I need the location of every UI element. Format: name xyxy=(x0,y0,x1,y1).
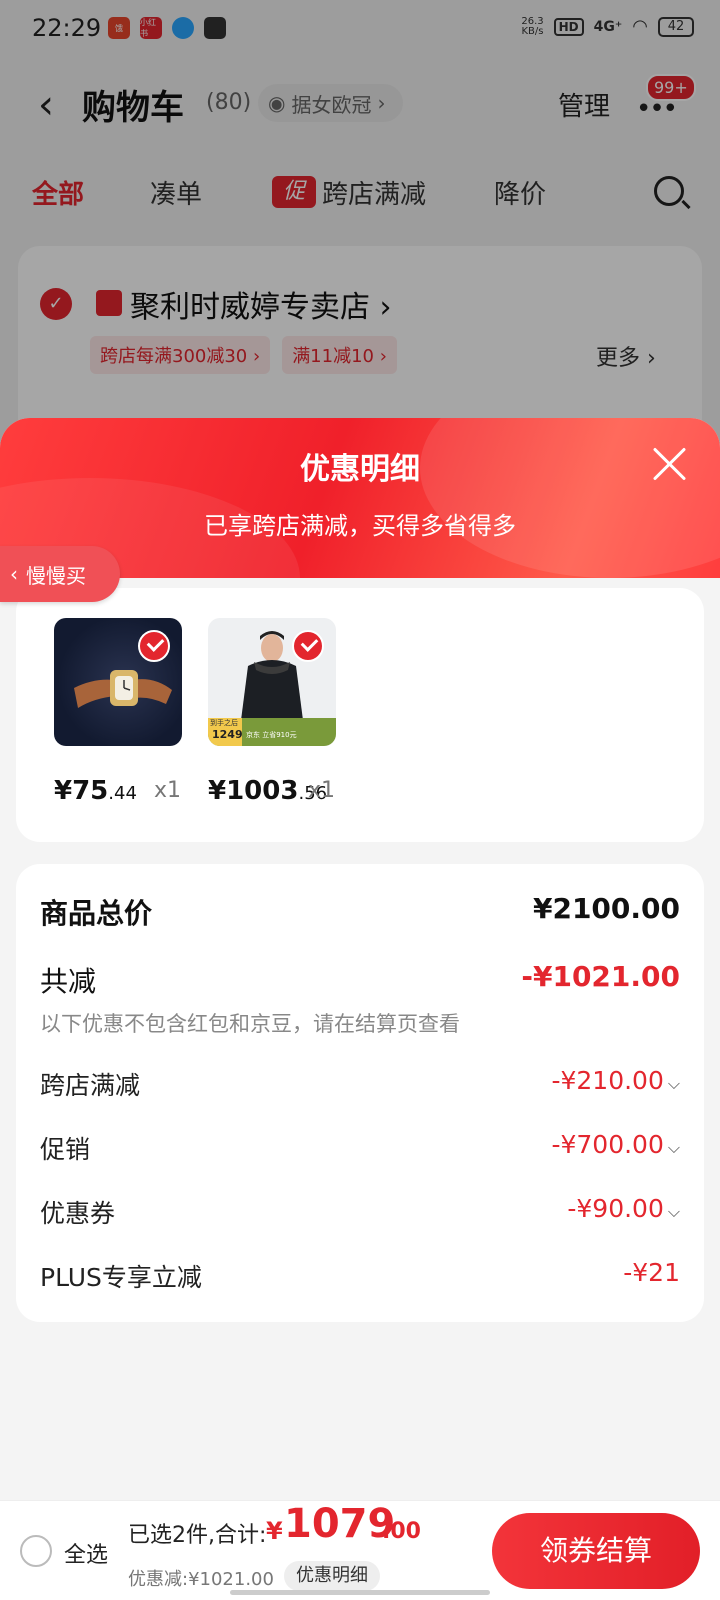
sheet-subtitle: 已享跨店满减，买得多省得多 xyxy=(204,512,516,540)
discount-line-label: PLUS专享立减 xyxy=(40,1263,202,1292)
selected-items-card: ¥75.44 x1 到手之后 1249 京东 立省910元 ¥1003.56 x xyxy=(16,588,704,842)
total-cents: .00 xyxy=(382,1519,421,1544)
jacket-tag-price: 1249 xyxy=(212,728,243,741)
total-amount: 1079 xyxy=(284,1501,396,1547)
close-icon[interactable] xyxy=(648,442,692,486)
chevron-left-icon: ‹ xyxy=(10,562,18,586)
discount-detail-sheet: 优惠明细 已享跨店满减，买得多省得多 ‹ 慢慢买 ¥75.44 x1 到手之后 … xyxy=(0,418,720,1600)
discount-line-label: 优惠券 xyxy=(40,1199,116,1228)
discount-amount: -¥700.00 xyxy=(551,1130,664,1159)
select-all-checkbox[interactable] xyxy=(20,1535,52,1567)
total-label: 商品总价 xyxy=(40,897,153,930)
item-selected-check-icon[interactable] xyxy=(138,630,170,662)
select-all-label[interactable]: 全选 xyxy=(64,1537,108,1569)
jacket-tag-label: 到手之后 xyxy=(210,719,238,727)
product-image-jacket[interactable]: 到手之后 1249 京东 立省910元 xyxy=(208,618,336,746)
checkout-button[interactable]: 领券结算 xyxy=(492,1513,700,1589)
product-item[interactable]: ¥75.44 x1 xyxy=(54,618,182,806)
price-integer: ¥1003 xyxy=(208,776,299,806)
checkout-bar: 全选 已选2件,合计: ¥ 1079 .00 优惠减:¥1021.00 优惠明细… xyxy=(0,1500,720,1600)
total-value: ¥2100.00 xyxy=(532,892,680,925)
reduce-value: -¥1021.00 xyxy=(521,960,680,993)
discount-summary: 优惠减:¥1021.00 xyxy=(128,1569,274,1590)
price-summary-card: 商品总价 ¥2100.00 共减 -¥1021.00 以下优惠不包含红包和京豆，… xyxy=(16,864,704,1322)
chevron-down-icon[interactable]: ⌵ xyxy=(668,1074,680,1094)
home-indicator[interactable] xyxy=(230,1590,490,1595)
reduce-label: 共减 xyxy=(40,965,97,998)
slow-buy-button[interactable]: ‹ 慢慢买 xyxy=(0,546,120,602)
sheet-title: 优惠明细 xyxy=(300,452,420,487)
jacket-tag-banner: 京东 立省910元 xyxy=(246,731,297,739)
discount-line-value: -¥700.00 ⌵ xyxy=(551,1130,680,1159)
selected-count-label: 已选2件,合计: xyxy=(128,1523,267,1548)
product-quantity: x1 xyxy=(154,778,182,803)
discount-line-label: 跨店满减 xyxy=(40,1071,141,1100)
item-selected-check-icon[interactable] xyxy=(292,630,324,662)
discount-line-value: -¥90.00 ⌵ xyxy=(567,1194,680,1223)
discount-line-value: -¥21 xyxy=(623,1258,680,1287)
discount-line-label: 促销 xyxy=(40,1135,91,1164)
price-integer: ¥75 xyxy=(54,776,109,806)
product-image-watch[interactable] xyxy=(54,618,182,746)
price-cents: .44 xyxy=(108,783,137,804)
note-text: 以下优惠不包含红包和京豆，请在结算页查看 xyxy=(40,1012,460,1036)
product-quantity: x1 xyxy=(308,778,336,803)
discount-line-value: -¥210.00 ⌵ xyxy=(551,1066,680,1095)
product-price: ¥75.44 xyxy=(54,776,137,806)
discount-amount: -¥90.00 xyxy=(567,1194,664,1223)
slow-buy-label: 慢慢买 xyxy=(26,563,86,588)
chevron-down-icon[interactable]: ⌵ xyxy=(668,1138,680,1158)
total-currency: ¥ xyxy=(266,1517,283,1545)
chevron-down-icon[interactable]: ⌵ xyxy=(668,1202,680,1222)
discount-amount: -¥210.00 xyxy=(551,1066,664,1095)
discount-amount: -¥21 xyxy=(623,1258,680,1287)
product-item[interactable]: 到手之后 1249 京东 立省910元 ¥1003.56 x1 xyxy=(208,618,336,806)
discount-detail-button[interactable]: 优惠明细 xyxy=(284,1561,380,1591)
